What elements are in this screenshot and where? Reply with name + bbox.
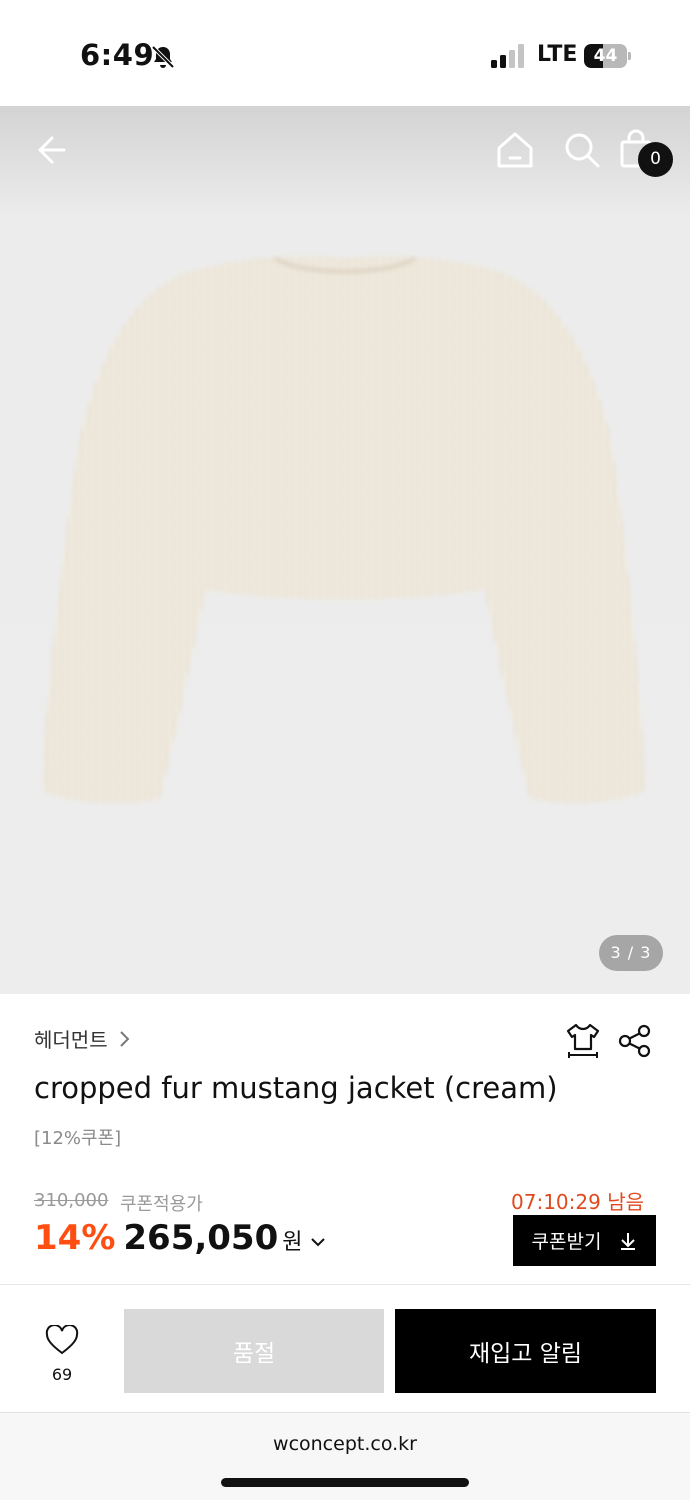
heart-icon: [45, 1325, 79, 1355]
wishlist-button[interactable]: 69: [30, 1307, 94, 1387]
home-indicator[interactable]: [221, 1478, 469, 1487]
chevron-right-icon: [119, 1030, 130, 1047]
brand-name[interactable]: 헤더먼트: [34, 1024, 108, 1053]
search-icon[interactable]: [558, 126, 606, 174]
brand-link[interactable]: 헤더먼트: [34, 1024, 132, 1053]
battery-level: 44: [593, 46, 618, 66]
currency-label: 원: [282, 1230, 303, 1255]
url-text[interactable]: wconcept.co.kr: [0, 1433, 690, 1455]
browser-url-bar[interactable]: wconcept.co.kr: [0, 1412, 690, 1500]
image-counter: 3 / 3: [599, 935, 663, 971]
status-bar: 6:49 LTE 44: [0, 0, 690, 106]
original-price: 310,000: [34, 1190, 109, 1211]
cart-count-badge[interactable]: 0: [638, 142, 673, 177]
coupon-applied-label: 쿠폰적용가: [120, 1194, 203, 1215]
size-fit-icon[interactable]: [565, 1022, 601, 1060]
network-label: LTE: [537, 42, 578, 67]
back-arrow-icon[interactable]: [28, 126, 76, 174]
home-icon[interactable]: [491, 126, 539, 174]
download-icon: [621, 1232, 636, 1250]
product-gallery[interactable]: 0 3 / 3: [0, 106, 690, 994]
wishlist-count: 69: [51, 1365, 73, 1384]
price-row[interactable]: 14% 265,050 원: [34, 1218, 327, 1258]
signal-icon: [491, 44, 524, 68]
product-image: [42, 256, 645, 804]
sale-price: 265,050: [123, 1218, 279, 1258]
coupon-tag: [12%쿠폰]: [34, 1128, 122, 1149]
discount-rate: 14%: [34, 1218, 116, 1258]
bottom-action-bar: 69 품절 재입고 알림: [0, 1284, 690, 1412]
bell-slash-icon: [151, 45, 175, 69]
restock-alert-button[interactable]: 재입고 알림: [395, 1309, 656, 1393]
chevron-down-icon[interactable]: [309, 1235, 327, 1249]
coupon-timer: 07:10:29 남음: [511, 1190, 644, 1214]
share-icon[interactable]: [617, 1024, 653, 1058]
product-page: 6:49 LTE 44 0 3 / 3 헤더먼트 cropped fur mus…: [0, 0, 690, 1500]
product-title: cropped fur mustang jacket (cream): [34, 1071, 558, 1105]
get-coupon-label: 쿠폰받기: [531, 1231, 602, 1253]
battery-icon: 44: [584, 44, 632, 68]
status-time: 6:49: [80, 38, 155, 72]
soldout-button[interactable]: 품절: [124, 1309, 384, 1393]
get-coupon-button[interactable]: 쿠폰받기: [513, 1215, 656, 1266]
